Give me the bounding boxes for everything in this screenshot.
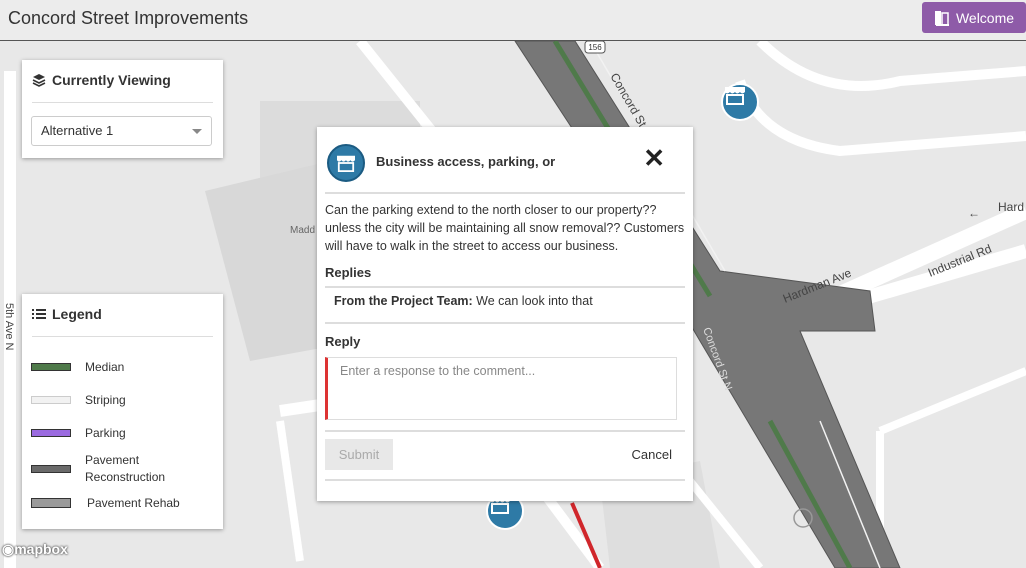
- currently-viewing-panel: Currently Viewing Alternative 1: [22, 60, 223, 158]
- currently-viewing-title: Currently Viewing: [32, 72, 171, 88]
- mapbox-icon: ◉: [2, 541, 15, 557]
- alternative-select-value: Alternative 1: [41, 123, 114, 138]
- layers-icon: [32, 74, 46, 87]
- welcome-label: Welcome: [955, 9, 1015, 26]
- close-icon[interactable]: ✕: [643, 145, 665, 171]
- reply-textarea[interactable]: Enter a response to the comment...: [325, 357, 677, 420]
- replies-heading: Replies: [325, 265, 372, 280]
- comment-category-badge: [327, 144, 365, 182]
- divider: [325, 322, 685, 324]
- parking-swatch: [31, 429, 71, 437]
- door-icon: [934, 10, 949, 26]
- place-label: Madd: [290, 225, 315, 236]
- mapbox-logo[interactable]: ◉mapbox: [2, 541, 68, 558]
- welcome-button[interactable]: Welcome: [922, 2, 1026, 33]
- pavement-reconstruction-swatch: [31, 465, 71, 473]
- storefront-icon: [337, 155, 355, 172]
- divider: [325, 192, 685, 194]
- alternative-select[interactable]: Alternative 1: [31, 116, 212, 146]
- submit-button[interactable]: Submit: [325, 439, 393, 470]
- divider: [32, 336, 213, 337]
- popup-title: Business access, parking, or: [376, 154, 556, 169]
- reply-item: From the Project Team: We can look into …: [334, 294, 593, 308]
- reply-placeholder: Enter a response to the comment...: [340, 364, 536, 378]
- divider: [325, 286, 685, 288]
- svg-text:←: ←: [968, 206, 980, 220]
- legend-panel: Legend Median Striping Parking Pavement …: [22, 294, 223, 529]
- route-shield: 156: [588, 43, 602, 52]
- legend-item-pavement-reconstruction: Pavement Reconstruction: [31, 452, 175, 486]
- divider: [325, 479, 685, 481]
- street-label-5th: 5th Ave N: [3, 303, 15, 351]
- legend-item-pavement-rehab: Pavement Rehab: [31, 496, 180, 510]
- reply-author: From the Project Team:: [334, 294, 473, 308]
- list-icon: [32, 309, 46, 319]
- cancel-button[interactable]: Cancel: [632, 447, 672, 462]
- legend-title: Legend: [32, 306, 102, 322]
- comment-marker[interactable]: [721, 83, 759, 121]
- legend-item-median: Median: [31, 360, 124, 374]
- median-swatch: [31, 363, 71, 371]
- top-bar: Concord Street Improvements Welcome: [0, 0, 1026, 41]
- storefront-icon: [725, 87, 745, 105]
- striping-swatch: [31, 396, 71, 404]
- reply-heading: Reply: [325, 334, 361, 349]
- comment-popup: Business access, parking, or ✕ Can the p…: [317, 127, 693, 501]
- divider: [32, 102, 213, 103]
- comment-text: Can the parking extend to the north clos…: [325, 203, 685, 253]
- reply-text: We can look into that: [476, 294, 593, 308]
- divider: [325, 430, 685, 432]
- street-label-hard: Hard: [998, 200, 1024, 214]
- pavement-rehab-swatch: [31, 498, 71, 508]
- app-title: Concord Street Improvements: [8, 8, 249, 28]
- legend-item-striping: Striping: [31, 393, 126, 407]
- chevron-down-icon: [192, 129, 202, 134]
- legend-item-parking: Parking: [31, 426, 126, 440]
